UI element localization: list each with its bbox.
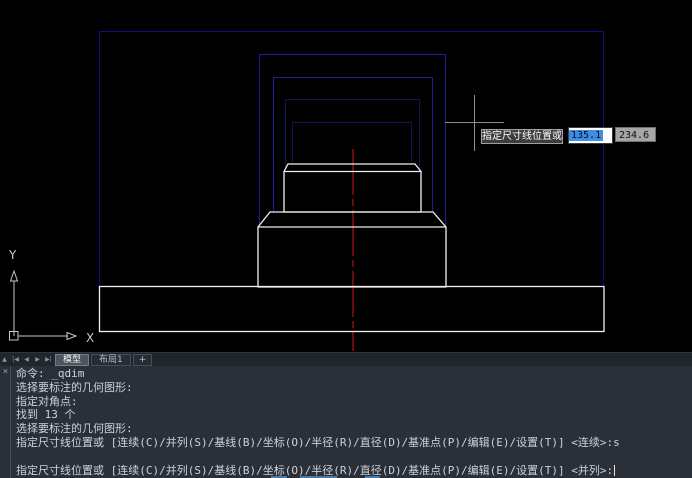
cad-app-window: Y X 指定尺寸线位置或 135.1 234.6 ▲ |◀ ◀ ▶ ▶| 模型 … (0, 0, 692, 478)
prev-tab-icon[interactable]: ◀ (22, 354, 31, 365)
tab-menu-icon[interactable]: ▲ (0, 354, 9, 365)
command-history-line: 指定对角点: (16, 395, 690, 409)
text-cursor (614, 465, 615, 476)
add-layout-tab-button[interactable]: + (133, 354, 153, 366)
command-prompt-input[interactable]: 指定尺寸线位置或 [连续(C)/并列(S)/基线(B)/坐标(O)/半径(R)/… (16, 464, 690, 478)
command-history-line: 命令: _qdim (16, 367, 690, 381)
command-history: 命令: _qdim 选择要标注的几何图形: 指定对角点: 找到 13 个 选择要… (16, 367, 690, 477)
dynamic-input-second-field[interactable]: 234.6 (615, 127, 656, 142)
next-tab-icon[interactable]: ▶ (33, 354, 42, 365)
last-tab-icon[interactable]: ▶| (44, 354, 53, 365)
command-history-line: 选择要标注的几何图形: (16, 422, 690, 436)
command-history-line: 指定尺寸线位置或 [连续(C)/并列(S)/基线(B)/坐标(O)/半径(R)/… (16, 436, 690, 450)
first-tab-icon[interactable]: |◀ (11, 354, 20, 365)
tab-model[interactable]: 模型 (55, 354, 89, 366)
drawing-canvas[interactable]: Y X 指定尺寸线位置或 135.1 234.6 (0, 0, 692, 352)
drawing-geometry: Y X (0, 0, 692, 352)
dynamic-input-selected-value: 135.1 (569, 130, 603, 141)
command-prompt-text: 指定尺寸线位置或 [连续(C)/并列(S)/基线(B)/坐标(O)/半径(R)/… (16, 464, 613, 477)
command-history-line: 选择要标注的几何图形: (16, 381, 690, 395)
dynamic-input-value-field[interactable]: 135.1 (568, 127, 613, 144)
ucs-icon (10, 271, 77, 340)
close-icon[interactable]: × (1, 367, 10, 378)
command-line-panel: × 命令: _qdim 选择要标注的几何图形: 指定对角点: 找到 13 个 选… (0, 366, 692, 478)
pedestal-base-fill (100, 287, 605, 332)
pedestal-mid-tier-fill (258, 212, 446, 287)
ucs-x-label: X (86, 331, 94, 345)
command-panel-divider (10, 366, 11, 478)
tab-layout1[interactable]: 布局1 (91, 354, 131, 366)
ucs-y-label: Y (8, 248, 17, 262)
layout-tab-bar: ▲ |◀ ◀ ▶ ▶| 模型 布局1 + (0, 352, 692, 366)
dynamic-input-prompt: 指定尺寸线位置或 (481, 129, 563, 144)
command-history-line (16, 450, 690, 464)
command-history-line: 找到 13 个 (16, 408, 690, 422)
